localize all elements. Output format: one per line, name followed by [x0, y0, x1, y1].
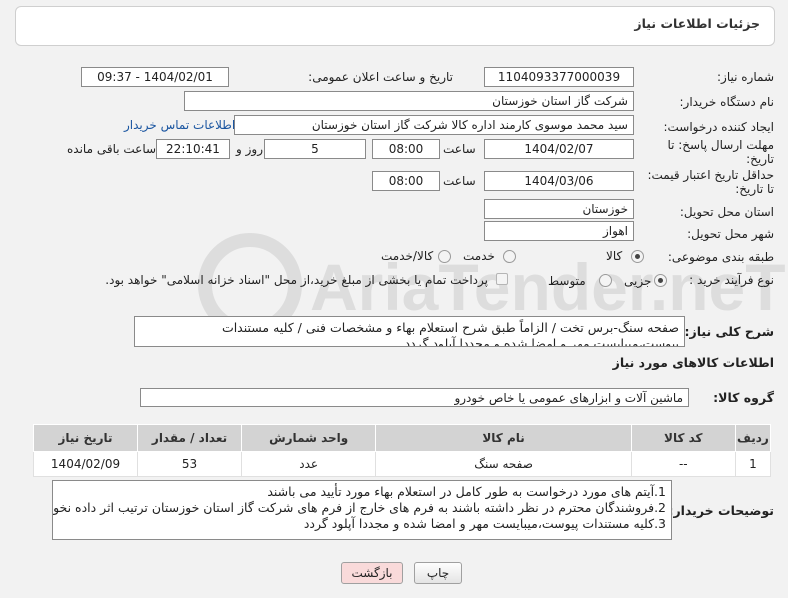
- process-radio-medium[interactable]: [599, 274, 612, 287]
- print-button[interactable]: چاپ: [414, 562, 462, 584]
- category-label: طبقه بندی موضوعی:: [667, 250, 774, 264]
- deadline-label-line1: مهلت ارسال پاسخ: تا: [667, 138, 774, 152]
- process-radio-minor[interactable]: [654, 274, 667, 287]
- city-label: شهر محل تحویل:: [687, 227, 774, 241]
- th-name: نام کالا: [375, 424, 632, 452]
- th-date: تاریخ نیاز: [32, 424, 139, 452]
- buyer-contact-link[interactable]: اطلاعات تماس خریدار: [124, 118, 235, 132]
- remaining-time-label: ساعت باقی مانده: [67, 142, 157, 156]
- page-title: جزئیات اطلاعات نیاز: [634, 16, 760, 31]
- back-button[interactable]: بازگشت: [341, 562, 403, 584]
- province-label: استان محل تحویل:: [679, 205, 774, 219]
- treasury-note: پرداخت تمام یا بخشی از مبلغ خرید،از محل …: [105, 273, 488, 287]
- process-option-minor: جزیی: [624, 274, 652, 288]
- buyer-note-line-3: 3.کلیه مستندات پیوست،میبایست مهر و امضا …: [303, 516, 666, 531]
- remaining-time-field: 22:10:41: [156, 139, 230, 159]
- cell-unit: عدد: [241, 451, 377, 477]
- goods-table-header: ردیف کد کالا نام کالا واحد شمارش تعداد /…: [32, 424, 772, 452]
- deadline-days-label: روز و: [236, 142, 263, 156]
- treasury-checkbox[interactable]: [496, 273, 508, 285]
- th-qty: تعداد / مقدار: [137, 424, 243, 452]
- validity-time-label: ساعت: [443, 174, 476, 188]
- process-option-medium: متوسط: [548, 274, 586, 288]
- validity-date-field: 1404/03/06: [484, 171, 634, 191]
- city-field: اهواز: [484, 221, 634, 241]
- category-radio-both[interactable]: [438, 250, 451, 263]
- need-number-field: 1104093377000039: [484, 67, 634, 87]
- validity-time-field: 08:00: [372, 171, 440, 191]
- validity-label-line2: تا تاریخ:: [735, 182, 774, 196]
- cell-row: 1: [734, 451, 772, 477]
- th-row: ردیف: [734, 424, 772, 452]
- announce-field: 1404/02/01 - 09:37: [81, 67, 229, 87]
- cell-code: --: [630, 451, 736, 477]
- process-label: نوع فرآیند خرید :: [689, 273, 774, 287]
- buyer-notes-label: توضیحات خریدار:: [668, 503, 774, 518]
- buyer-notes-field: 1.آیتم های مورد درخواست به طور کامل در ا…: [52, 480, 672, 540]
- goods-group-label: گروه کالا:: [713, 390, 774, 405]
- province-field: خوزستان: [484, 199, 634, 219]
- need-number-label: شماره نیاز:: [717, 70, 774, 84]
- validity-label-line1: حداقل تاریخ اعتبار قیمت:: [647, 168, 774, 182]
- category-radio-goods[interactable]: [631, 250, 644, 263]
- requester-field: سید محمد موسوی کارمند اداره کالا شرکت گا…: [234, 115, 634, 135]
- buyer-org-field: شرکت گاز استان خوزستان: [184, 91, 634, 111]
- th-code: کد کالا: [630, 424, 736, 452]
- general-desc-field: صفحه سنگ-برس تخت / الزاماً طبق شرح استعل…: [134, 316, 685, 347]
- category-option-both: کالا/خدمت: [381, 249, 434, 263]
- deadline-time-field: 08:00: [372, 139, 440, 159]
- buyer-note-line-2: 2.فروشندگان محترم در نظر داشته باشند به …: [52, 500, 666, 515]
- category-option-service: خدمت: [463, 249, 495, 263]
- goods-table: ردیف کد کالا نام کالا واحد شمارش تعداد /…: [32, 424, 772, 477]
- requester-label: ایجاد کننده درخواست:: [663, 120, 774, 134]
- th-unit: واحد شمارش: [241, 424, 377, 452]
- buyer-note-line-1: 1.آیتم های مورد درخواست به طور کامل در ا…: [267, 484, 666, 499]
- deadline-date-field: 1404/02/07: [484, 139, 634, 159]
- deadline-label-line2: تاریخ:: [746, 152, 774, 166]
- cell-name: صفحه سنگ: [375, 451, 632, 477]
- buyer-org-label: نام دستگاه خریدار:: [679, 95, 775, 109]
- announce-label: تاریخ و ساعت اعلان عمومی:: [308, 70, 453, 84]
- general-desc-label: شرح کلی نیاز:: [684, 324, 774, 339]
- cell-date: 1404/02/09: [32, 451, 139, 477]
- table-row: 1 -- صفحه سنگ عدد 53 1404/02/09: [32, 451, 772, 477]
- deadline-days-field: 5: [264, 139, 366, 159]
- goods-section-title: اطلاعات کالاهای مورد نیاز: [612, 355, 774, 370]
- cell-qty: 53: [137, 451, 243, 477]
- category-radio-service[interactable]: [503, 250, 516, 263]
- deadline-time-label: ساعت: [443, 142, 476, 156]
- goods-group-field: ماشین آلات و ابزارهای عمومی یا خاص خودرو: [140, 388, 689, 407]
- category-option-goods: کالا: [606, 249, 623, 263]
